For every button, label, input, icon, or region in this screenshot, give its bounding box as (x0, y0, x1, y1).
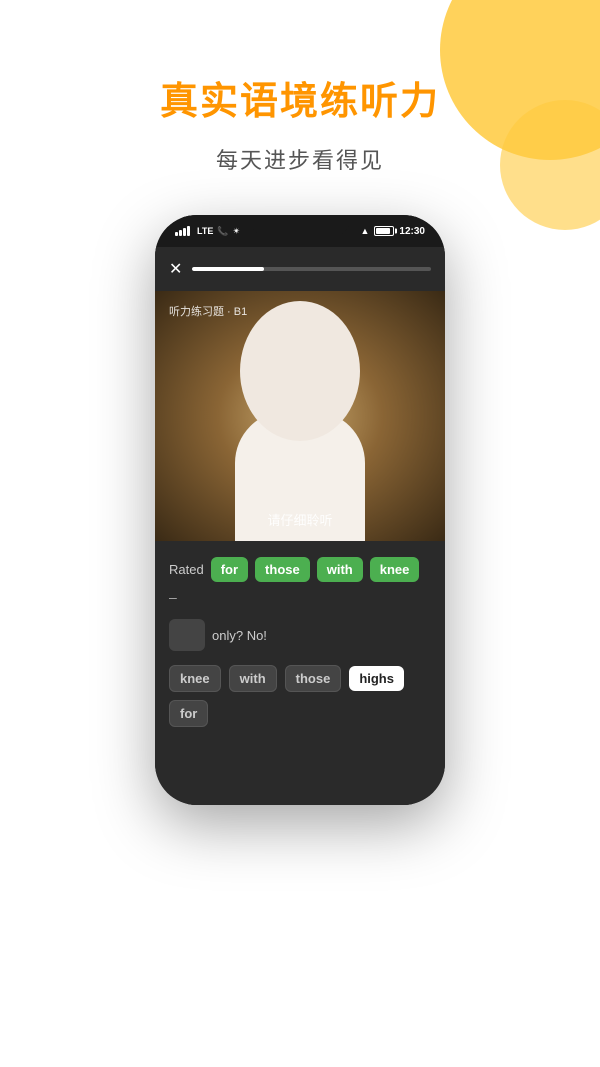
option-knee[interactable]: knee (169, 665, 221, 692)
blank-box[interactable] (169, 619, 205, 651)
main-title: 真实语境练听力 (160, 70, 440, 125)
bluetooth-icon: ✴ (233, 226, 241, 237)
word-knee[interactable]: knee (370, 557, 420, 582)
call-icon: 📞 (217, 226, 228, 237)
video-area[interactable]: 听力练习题 · B1 请仔细聆听 (155, 291, 445, 541)
bottom-panel: Rated for those with knee – only? No! (155, 541, 445, 805)
lte-label: LTE (197, 226, 213, 236)
rated-label: Rated (169, 562, 204, 577)
signal-icon (175, 226, 190, 236)
only-no-text: only? No! (212, 628, 267, 643)
sentence-row: Rated for those with knee – (169, 557, 431, 605)
close-button[interactable]: ✕ (169, 259, 182, 279)
dash: – (169, 589, 177, 605)
top-bar: ✕ (155, 247, 445, 291)
option-highs[interactable]: highs (349, 666, 404, 691)
progress-track (192, 267, 431, 271)
screen-inner: LTE 📞 ✴ ▲ 12:30 (155, 215, 445, 805)
time-label: 12:30 (399, 226, 425, 237)
status-bar: LTE 📞 ✴ ▲ 12:30 (155, 215, 445, 247)
status-left: LTE 📞 ✴ (175, 226, 240, 237)
video-character (155, 291, 445, 541)
blank-row: only? No! (169, 619, 431, 651)
option-those[interactable]: those (285, 665, 342, 692)
video-label: 听力练习题 · B1 (169, 303, 247, 319)
wifi-icon: ▲ (361, 226, 370, 236)
option-for[interactable]: for (169, 700, 208, 727)
phone-mockup: LTE 📞 ✴ ▲ 12:30 (155, 215, 445, 835)
notch (250, 215, 350, 237)
status-right: ▲ 12:30 (361, 226, 426, 237)
sub-title: 每天进步看得见 (216, 143, 384, 175)
options-row: knee with those highs for (169, 665, 431, 727)
word-for[interactable]: for (211, 557, 248, 582)
char-hair (240, 301, 360, 441)
battery-fill (376, 228, 390, 234)
option-with[interactable]: with (229, 665, 277, 692)
battery-icon (374, 226, 394, 236)
page-wrapper: 真实语境练听力 每天进步看得见 LTE (0, 0, 600, 1067)
progress-fill (192, 267, 264, 271)
word-those[interactable]: those (255, 557, 310, 582)
word-with[interactable]: with (317, 557, 363, 582)
listen-prompt: 请仔细聆听 (155, 510, 445, 529)
phone-shell: LTE 📞 ✴ ▲ 12:30 (155, 215, 445, 805)
